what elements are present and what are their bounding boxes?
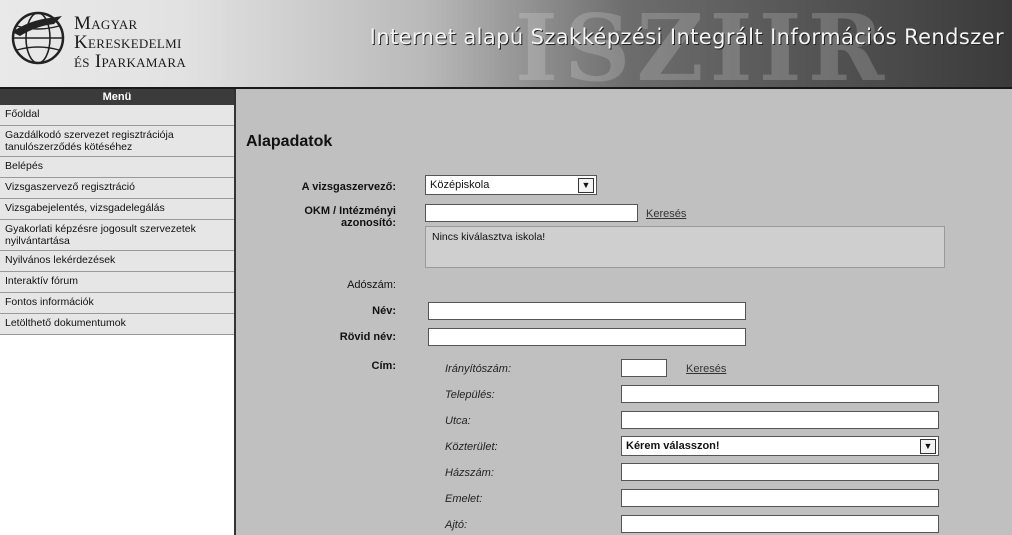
chevron-down-icon[interactable]: ▼ — [578, 178, 594, 193]
sidebar-item-downloads[interactable]: Letölthető dokumentumok — [0, 314, 234, 335]
org-name-line: és Iparkamara — [74, 51, 187, 72]
sidebar-item-public-queries[interactable]: Nyilvános lekérdezések — [0, 251, 234, 272]
zip-search-link[interactable]: Keresés — [686, 363, 726, 375]
door-input[interactable] — [621, 515, 939, 533]
okm-label-line: OKM / Intézményi — [304, 205, 396, 217]
public-area-select-value: Kérem válasszon! — [626, 440, 720, 452]
okm-label: OKM / Intézményi azonosító: — [236, 205, 396, 229]
sidebar-item-important-info[interactable]: Fontos információk — [0, 293, 234, 314]
floor-input[interactable] — [621, 489, 939, 507]
house-number-input[interactable] — [621, 463, 939, 481]
name-input[interactable] — [428, 302, 746, 320]
street-input[interactable] — [621, 411, 939, 429]
tax-number-label: Adószám: — [347, 279, 396, 291]
sidebar-item-training-registry[interactable]: Gyakorlati képzésre jogosult szervezetek… — [0, 220, 234, 251]
city-input[interactable] — [621, 385, 939, 403]
main-content: Alapadatok A vizsgaszervező: Középiskola… — [236, 89, 1012, 535]
okm-search-link[interactable]: Keresés — [646, 208, 686, 220]
page-title: Alapadatok — [246, 133, 333, 150]
site-header: Magyar Kereskedelmi és Iparkamara ISZIIR… — [0, 0, 1012, 89]
short-name-input[interactable] — [428, 328, 746, 346]
zip-input[interactable] — [621, 359, 667, 377]
short-name-label: Rövid név: — [339, 331, 396, 343]
door-label: Ajtó: — [445, 519, 468, 531]
address-label: Cím: — [371, 360, 396, 372]
organizer-label: A vizsgaszervező: — [301, 181, 396, 193]
sidebar-item-company-registration[interactable]: Gazdálkodó szervezet regisztrációja tanu… — [0, 126, 234, 157]
street-label: Utca: — [445, 415, 471, 427]
sidebar-item-forum[interactable]: Interaktív fórum — [0, 272, 234, 293]
public-area-label: Közterület: — [445, 441, 498, 453]
chevron-down-icon[interactable]: ▼ — [920, 439, 936, 454]
menu-title: Menü — [0, 89, 234, 105]
organizer-select[interactable]: Középiskola ▼ — [425, 175, 597, 195]
sidebar-menu: Menü Főoldal Gazdálkodó szervezet regisz… — [0, 89, 236, 535]
sidebar-item-organizer-registration[interactable]: Vizsgaszervező regisztráció — [0, 178, 234, 199]
org-name-line: Kereskedelmi — [74, 32, 182, 53]
organization-name: Magyar Kereskedelmi és Iparkamara — [74, 14, 186, 71]
house-number-label: Házszám: — [445, 467, 494, 479]
city-label: Település: — [445, 389, 495, 401]
globe-icon — [11, 11, 65, 65]
chamber-logo[interactable]: Magyar Kereskedelmi és Iparkamara — [6, 6, 236, 82]
sidebar-item-exam-notification[interactable]: Vizsgabejelentés, vizsgadelegálás — [0, 199, 234, 220]
public-area-select[interactable]: Kérem válasszon! ▼ — [621, 436, 939, 456]
organizer-select-value: Középiskola — [430, 179, 490, 191]
okm-info-box: Nincs kiválasztva iskola! — [425, 226, 945, 268]
zip-label: Irányítószám: — [445, 363, 512, 375]
system-title: Internet alapú Szakképzési Integrált Inf… — [369, 25, 1004, 49]
okm-label-line: azonosító: — [341, 217, 396, 229]
sidebar-item-login[interactable]: Belépés — [0, 157, 234, 178]
okm-input[interactable] — [425, 204, 638, 222]
name-label: Név: — [372, 305, 396, 317]
org-name-line: Magyar — [74, 13, 138, 34]
sidebar-item-home[interactable]: Főoldal — [0, 105, 234, 126]
floor-label: Emelet: — [445, 493, 483, 505]
